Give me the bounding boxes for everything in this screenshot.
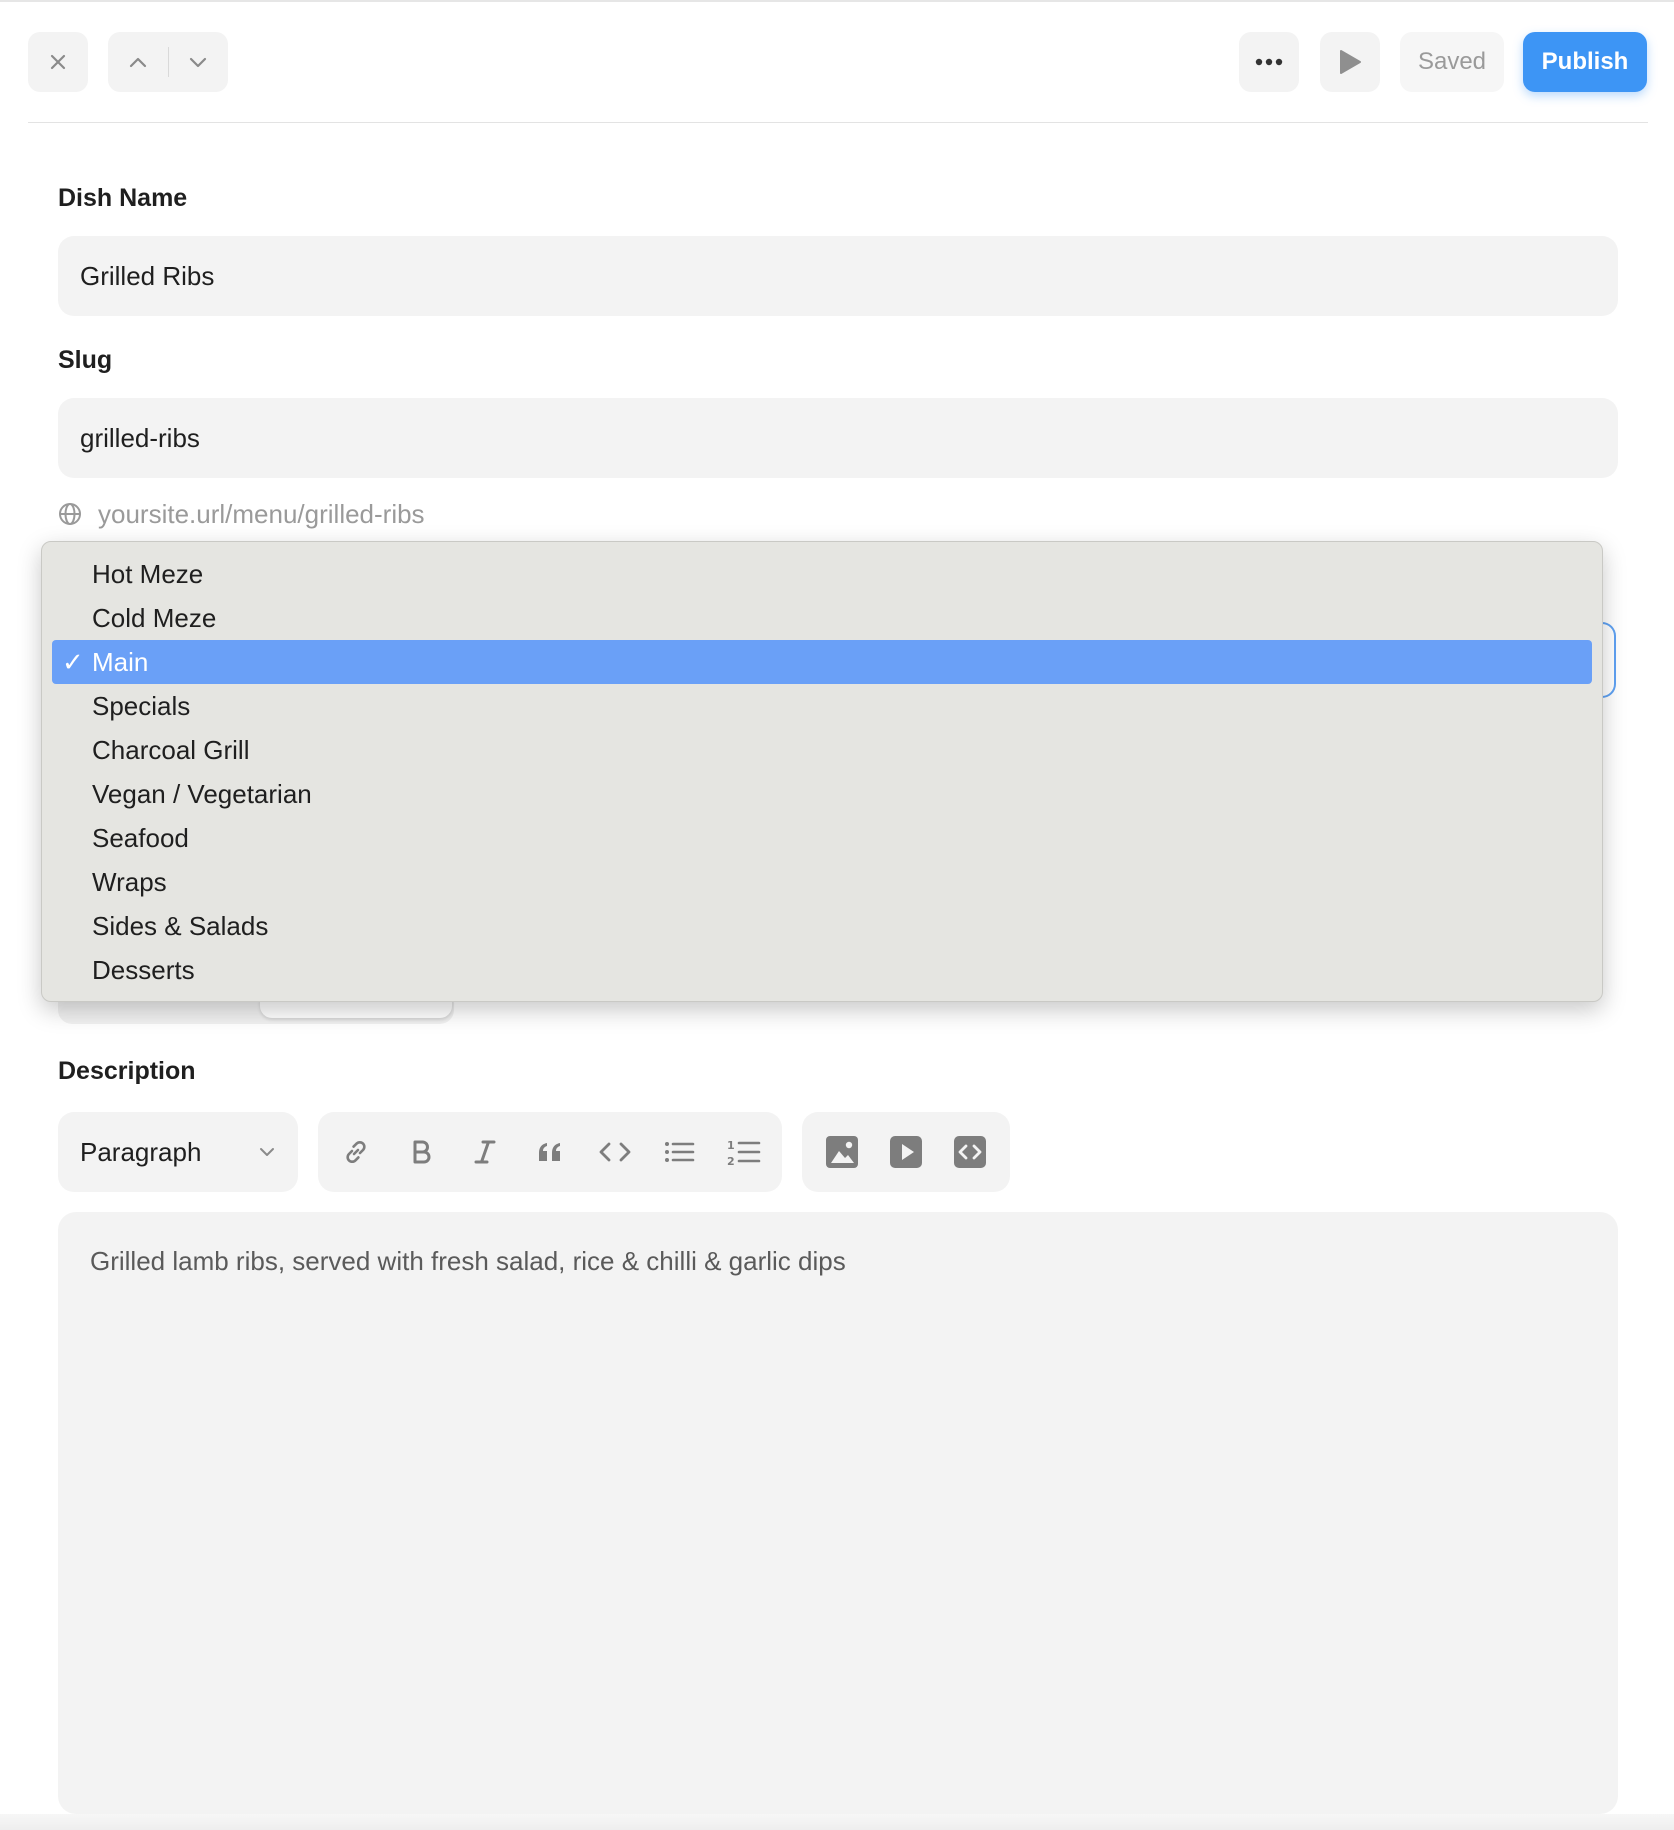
option-label: Charcoal Grill xyxy=(92,734,250,765)
block-format-value: Paragraph xyxy=(80,1136,202,1167)
slug-url-preview: yoursite.url/menu/grilled-ribs xyxy=(58,496,425,532)
slug-input[interactable]: grilled-ribs xyxy=(58,398,1618,478)
bold-icon[interactable] xyxy=(397,1128,445,1176)
preview-button[interactable] xyxy=(1320,32,1380,92)
dropdown-option-vegan-vegetarian[interactable]: Vegan / Vegetarian xyxy=(52,772,1592,816)
category-dropdown-menu: Hot Meze Cold Meze ✓ Main Specials Charco… xyxy=(41,541,1603,1002)
chevron-down-icon xyxy=(190,57,207,68)
dropdown-option-seafood[interactable]: Seafood xyxy=(52,816,1592,860)
dropdown-option-charcoal-grill[interactable]: Charcoal Grill xyxy=(52,728,1592,772)
next-item-button[interactable] xyxy=(169,32,229,92)
option-label: Cold Meze xyxy=(92,602,217,633)
block-format-select[interactable]: Paragraph xyxy=(58,1112,298,1192)
dish-name-input[interactable]: Grilled Ribs xyxy=(58,236,1618,316)
checkmark-icon: ✓ xyxy=(62,646,84,677)
close-button[interactable] xyxy=(28,32,88,92)
svg-text:2: 2 xyxy=(727,1155,735,1168)
globe-icon xyxy=(59,503,81,525)
chevron-up-icon xyxy=(129,57,146,68)
option-label: Sides & Salads xyxy=(92,910,269,941)
option-label: Vegan / Vegetarian xyxy=(92,778,312,809)
publish-button[interactable]: Publish xyxy=(1523,32,1647,92)
chevron-down-icon xyxy=(260,1148,274,1156)
code-icon[interactable] xyxy=(591,1128,639,1176)
dropdown-option-desserts[interactable]: Desserts xyxy=(52,948,1592,992)
slug-label: Slug xyxy=(58,346,113,374)
saved-status-button[interactable]: Saved xyxy=(1400,32,1504,92)
option-label: Seafood xyxy=(92,822,189,853)
item-navigation xyxy=(108,32,228,92)
svg-text:1: 1 xyxy=(727,1139,735,1152)
description-text: Grilled lamb ribs, served with fresh sal… xyxy=(90,1246,846,1276)
dropdown-option-cold-meze[interactable]: Cold Meze xyxy=(52,596,1592,640)
option-label: Desserts xyxy=(92,954,195,985)
option-label: Specials xyxy=(92,690,191,721)
italic-icon[interactable] xyxy=(461,1128,509,1176)
dish-name-label: Dish Name xyxy=(58,184,188,212)
play-icon xyxy=(1340,50,1361,74)
bullet-list-icon[interactable] xyxy=(655,1128,703,1176)
numbered-list-icon[interactable]: 12 xyxy=(720,1128,768,1176)
video-icon[interactable] xyxy=(882,1128,930,1176)
header-divider xyxy=(28,122,1648,123)
bottom-edge xyxy=(0,1814,1674,1830)
close-icon xyxy=(50,54,66,70)
embed-icon[interactable] xyxy=(946,1128,994,1176)
dropdown-option-sides-salads[interactable]: Sides & Salads xyxy=(52,904,1592,948)
top-border xyxy=(0,0,1674,2)
dropdown-option-specials[interactable]: Specials xyxy=(52,684,1592,728)
quote-icon[interactable] xyxy=(526,1128,574,1176)
more-dots-icon xyxy=(1255,58,1283,66)
option-label: Hot Meze xyxy=(92,558,204,589)
dropdown-option-main[interactable]: ✓ Main xyxy=(52,640,1592,684)
dropdown-option-wraps[interactable]: Wraps xyxy=(52,860,1592,904)
option-label: Wraps xyxy=(92,866,167,897)
option-label: Main xyxy=(92,646,149,677)
more-options-button[interactable] xyxy=(1239,32,1299,92)
format-toolbar: 12 xyxy=(318,1112,782,1192)
link-icon[interactable] xyxy=(332,1128,380,1176)
url-preview-text: yoursite.url/menu/grilled-ribs xyxy=(98,498,425,529)
image-icon[interactable] xyxy=(818,1128,866,1176)
description-label: Description xyxy=(58,1057,196,1085)
previous-item-button[interactable] xyxy=(108,32,168,92)
dropdown-option-hot-meze[interactable]: Hot Meze xyxy=(52,552,1592,596)
media-toolbar xyxy=(802,1112,1010,1192)
description-editor[interactable]: Grilled lamb ribs, served with fresh sal… xyxy=(58,1212,1618,1814)
